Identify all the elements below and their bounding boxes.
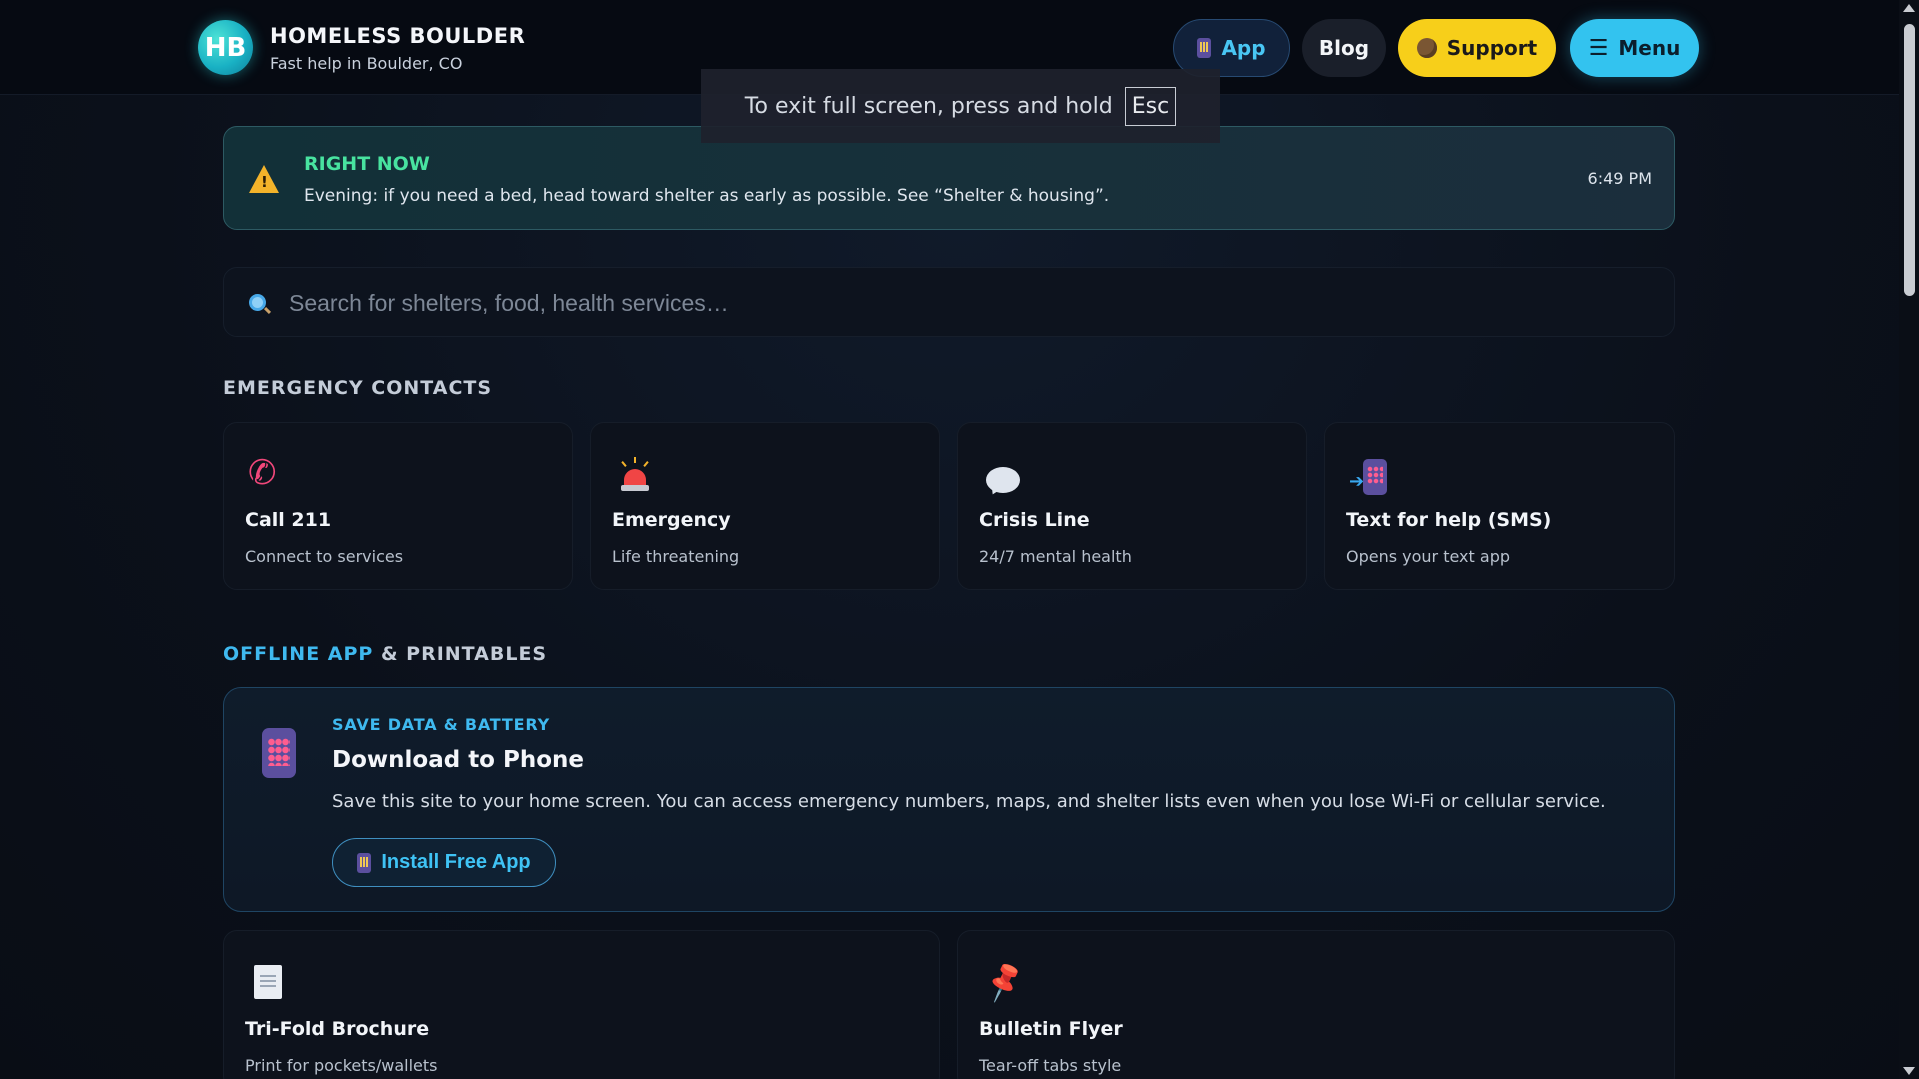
offline-app-heading: OFFLINE APP & PRINTABLES [223, 643, 547, 665]
contact-card-title: Emergency [612, 509, 731, 531]
site-title[interactable]: HOMELESS BOULDER [270, 24, 525, 48]
mobile-arrow-icon [1363, 459, 1387, 495]
contact-card-title: Text for help (SMS) [1346, 509, 1552, 531]
blog-button[interactable]: Blog [1302, 19, 1386, 77]
main-content: ! RIGHT NOW Evening: if you need a bed, … [0, 0, 1899, 1079]
esc-key-badge: Esc [1124, 86, 1177, 126]
blog-button-label: Blog [1318, 36, 1370, 60]
contact-card-subtitle: Connect to services [245, 547, 404, 566]
scroll-down-arrow-icon[interactable] [1903, 1067, 1915, 1075]
search-input[interactable] [289, 280, 1649, 326]
download-promo-card: SAVE DATA & BATTERY Download to Phone Sa… [223, 687, 1675, 912]
speech-bubble-icon [986, 467, 1020, 493]
printable-card-title: Tri-Fold Brochure [245, 1018, 430, 1040]
printable-card-subtitle: Tear-off tabs style [979, 1056, 1122, 1075]
fullscreen-exit-notice: To exit full screen, press and hold Esc [701, 69, 1220, 143]
install-app-label: Install Free App [381, 851, 531, 873]
pushpin-icon: 📌 [981, 959, 1029, 1006]
alert-time: 6:49 PM [1587, 169, 1652, 188]
support-button[interactable]: Support [1398, 19, 1556, 77]
contact-card-call-211[interactable]: ✆ Call 211 Connect to services [223, 422, 573, 590]
contact-card-title: Call 211 [245, 509, 332, 531]
contact-card-text-sms[interactable]: ➔ Text for help (SMS) Opens your text ap… [1324, 422, 1675, 590]
fullscreen-notice-text: To exit full screen, press and hold [744, 93, 1113, 119]
contact-card-subtitle: 24/7 mental health [979, 547, 1132, 566]
document-icon [254, 965, 282, 999]
contact-card-subtitle: Life threatening [612, 547, 740, 566]
contact-card-title: Crisis Line [979, 509, 1090, 531]
search-bar[interactable] [223, 267, 1675, 337]
promo-eyebrow: SAVE DATA & BATTERY [332, 715, 550, 734]
contact-card-emergency[interactable]: Emergency Life threatening [590, 422, 940, 590]
mobile-phone-icon [262, 728, 296, 778]
warning-icon: ! [249, 165, 279, 193]
support-button-label: Support [1446, 36, 1538, 60]
app-button-label: App [1221, 36, 1266, 60]
offline-app-heading-rest: & PRINTABLES [373, 643, 548, 665]
menu-button-label: Menu [1618, 36, 1681, 60]
printable-card-flyer[interactable]: 📌 Bulletin Flyer Tear-off tabs style [957, 930, 1675, 1079]
siren-icon [621, 457, 649, 491]
cookie-icon [1416, 38, 1437, 58]
mobile-phone-icon [1197, 38, 1212, 58]
install-app-button[interactable]: Install Free App [332, 838, 556, 887]
scroll-up-arrow-icon[interactable] [1903, 4, 1915, 12]
printable-card-brochure[interactable]: Tri-Fold Brochure Print for pockets/wall… [223, 930, 940, 1079]
search-icon [249, 294, 266, 311]
printable-card-subtitle: Print for pockets/wallets [245, 1056, 438, 1075]
promo-title: Download to Phone [332, 747, 585, 773]
alert-message: Evening: if you need a bed, head toward … [304, 186, 1110, 206]
mobile-arrow-icon [357, 852, 372, 873]
scrollbar-thumb[interactable] [1904, 24, 1915, 296]
site-subtitle: Fast help in Boulder, CO [270, 54, 463, 73]
arrow-in-icon: ➔ [1349, 471, 1365, 492]
printable-card-title: Bulletin Flyer [979, 1018, 1123, 1040]
alert-title: RIGHT NOW [304, 153, 430, 175]
logo[interactable]: HB [198, 20, 253, 75]
menu-button[interactable]: ☰ Menu [1570, 19, 1699, 77]
phone-icon: ✆ [248, 453, 277, 493]
offline-app-heading-accent: OFFLINE APP [223, 643, 374, 665]
vertical-scrollbar[interactable] [1899, 0, 1919, 1079]
emergency-contacts-heading: EMERGENCY CONTACTS [223, 377, 493, 399]
promo-description: Save this site to your home screen. You … [332, 791, 1606, 812]
hamburger-icon: ☰ [1588, 35, 1609, 61]
contact-card-subtitle: Opens your text app [1346, 547, 1510, 566]
contact-card-crisis-line[interactable]: Crisis Line 24/7 mental health [957, 422, 1307, 590]
